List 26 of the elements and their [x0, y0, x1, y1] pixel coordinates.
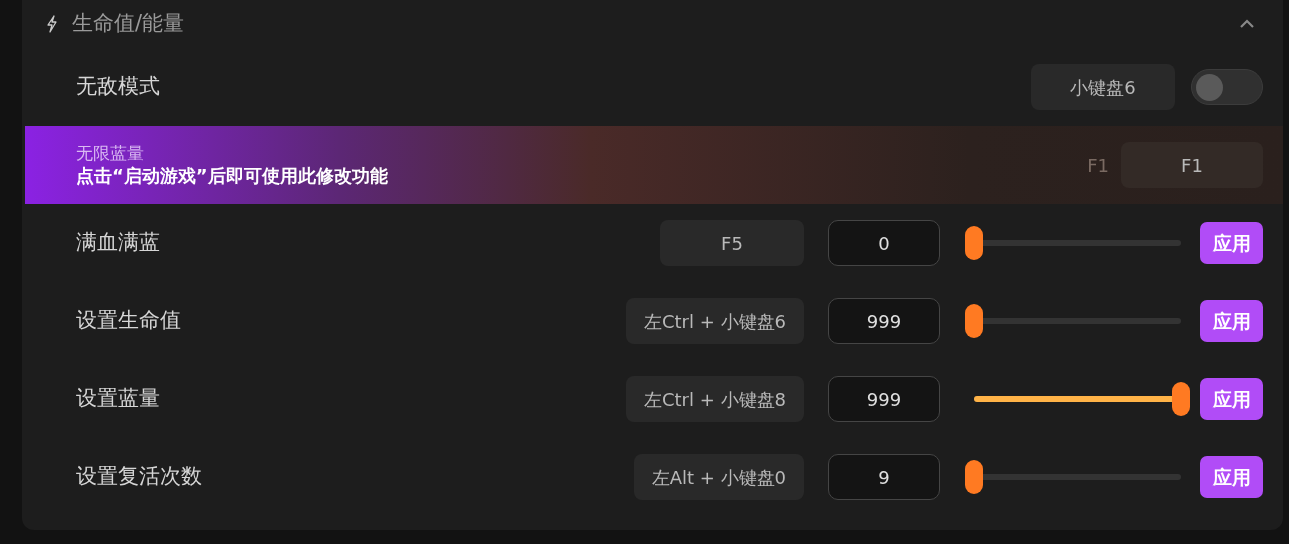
hotkey-button[interactable]: 左Ctrl + 小键盘8	[626, 376, 804, 422]
section-title: 生命值/能量	[72, 10, 185, 38]
apply-button[interactable]: 应用	[1200, 456, 1263, 498]
collapse-chevron-icon[interactable]	[1239, 19, 1255, 29]
apply-button[interactable]: 应用	[1200, 378, 1263, 420]
hotkey-text: F1	[1087, 153, 1109, 178]
hotkey-button[interactable]: 左Ctrl + 小键盘6	[626, 298, 804, 344]
hotkey-button[interactable]: 小键盘6	[1031, 64, 1175, 110]
number-field[interactable]: 999	[828, 298, 940, 344]
option-label: 无敌模式	[76, 73, 160, 101]
number-field[interactable]: 999	[828, 376, 940, 422]
apply-button[interactable]: 应用	[1200, 300, 1263, 342]
hotkey-button[interactable]: F5	[660, 220, 804, 266]
notice-text: 点击“启动游戏”后即可使用此修改功能	[76, 163, 388, 187]
hotkey-button[interactable]: 左Alt + 小键盘0	[633, 454, 804, 500]
option-label: 设置蓝量	[76, 385, 160, 413]
option-label: 满血满蓝	[76, 229, 160, 257]
option-label: 设置复活次数	[76, 463, 202, 491]
number-field[interactable]: 9	[828, 454, 940, 500]
toggle-switch[interactable]	[1191, 69, 1263, 105]
number-field[interactable]: 0	[828, 220, 940, 266]
lightning-icon	[46, 15, 58, 33]
apply-button[interactable]: 应用	[1200, 222, 1263, 264]
hotkey-button[interactable]: F1	[1121, 142, 1263, 188]
option-label: 设置生命值	[76, 307, 181, 335]
option-label: 无限蓝量	[76, 143, 145, 164]
